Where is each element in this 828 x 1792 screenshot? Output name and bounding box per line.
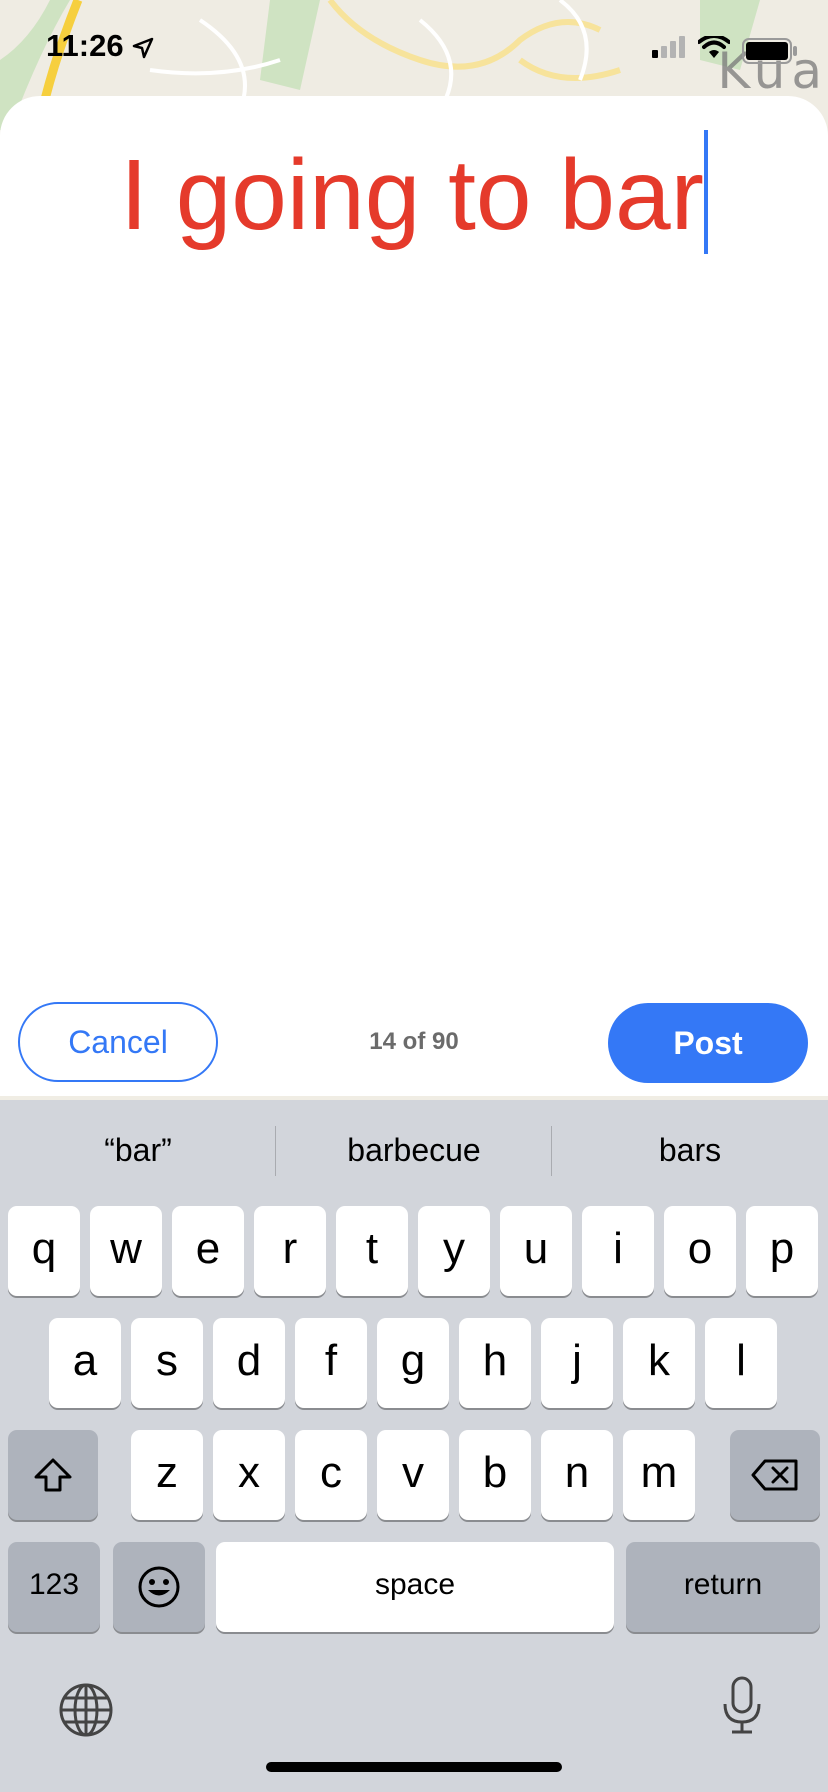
status-time: 11:26 bbox=[46, 28, 124, 63]
text-caret bbox=[703, 130, 708, 254]
space-key[interactable]: space bbox=[216, 1542, 614, 1632]
compose-text-field[interactable]: I going to bar bbox=[0, 130, 828, 254]
numbers-key[interactable]: 123 bbox=[8, 1542, 100, 1632]
key-a[interactable]: a bbox=[49, 1318, 121, 1408]
character-counter: 14 of 90 bbox=[369, 1028, 459, 1055]
post-button[interactable]: Post bbox=[608, 1003, 808, 1083]
battery-icon bbox=[742, 38, 797, 64]
key-l[interactable]: l bbox=[705, 1318, 777, 1408]
key-r[interactable]: r bbox=[254, 1206, 326, 1296]
return-key[interactable]: return bbox=[626, 1542, 820, 1632]
wifi-icon bbox=[698, 36, 730, 58]
globe-icon[interactable] bbox=[58, 1682, 114, 1738]
key-i[interactable]: i bbox=[582, 1206, 654, 1296]
backspace-key[interactable] bbox=[730, 1430, 820, 1520]
shift-key[interactable] bbox=[8, 1430, 98, 1520]
key-y[interactable]: y bbox=[418, 1206, 490, 1296]
key-g[interactable]: g bbox=[377, 1318, 449, 1408]
key-w[interactable]: w bbox=[90, 1206, 162, 1296]
key-s[interactable]: s bbox=[131, 1318, 203, 1408]
key-u[interactable]: u bbox=[500, 1206, 572, 1296]
microphone-icon[interactable] bbox=[720, 1676, 764, 1736]
key-d[interactable]: d bbox=[213, 1318, 285, 1408]
key-v[interactable]: v bbox=[377, 1430, 449, 1520]
status-bar: 11:26 bbox=[0, 0, 828, 96]
backspace-icon bbox=[751, 1459, 798, 1491]
key-j[interactable]: j bbox=[541, 1318, 613, 1408]
keyboard: “bar” barbecue bars q w e r t y u i o p … bbox=[0, 1100, 828, 1792]
key-e[interactable]: e bbox=[172, 1206, 244, 1296]
shift-icon bbox=[34, 1458, 72, 1492]
cellular-signal-icon bbox=[652, 36, 685, 58]
compose-text-value: I going to bar bbox=[120, 139, 704, 251]
key-m[interactable]: m bbox=[623, 1430, 695, 1520]
key-t[interactable]: t bbox=[336, 1206, 408, 1296]
key-q[interactable]: q bbox=[8, 1206, 80, 1296]
suggestion-item[interactable]: “bar” bbox=[0, 1100, 276, 1200]
location-arrow-icon bbox=[132, 37, 154, 59]
key-c[interactable]: c bbox=[295, 1430, 367, 1520]
cancel-button[interactable]: Cancel bbox=[18, 1002, 218, 1082]
key-n[interactable]: n bbox=[541, 1430, 613, 1520]
key-o[interactable]: o bbox=[664, 1206, 736, 1296]
home-indicator bbox=[266, 1762, 562, 1772]
key-p[interactable]: p bbox=[746, 1206, 818, 1296]
suggestion-bar: “bar” barbecue bars bbox=[0, 1100, 828, 1200]
key-f[interactable]: f bbox=[295, 1318, 367, 1408]
emoji-icon bbox=[138, 1566, 180, 1608]
suggestion-item[interactable]: bars bbox=[552, 1100, 828, 1200]
emoji-key[interactable] bbox=[113, 1542, 205, 1632]
key-h[interactable]: h bbox=[459, 1318, 531, 1408]
key-z[interactable]: z bbox=[131, 1430, 203, 1520]
compose-text-content: I going to bar bbox=[120, 130, 708, 254]
key-b[interactable]: b bbox=[459, 1430, 531, 1520]
key-x[interactable]: x bbox=[213, 1430, 285, 1520]
suggestion-item[interactable]: barbecue bbox=[276, 1100, 552, 1200]
key-k[interactable]: k bbox=[623, 1318, 695, 1408]
